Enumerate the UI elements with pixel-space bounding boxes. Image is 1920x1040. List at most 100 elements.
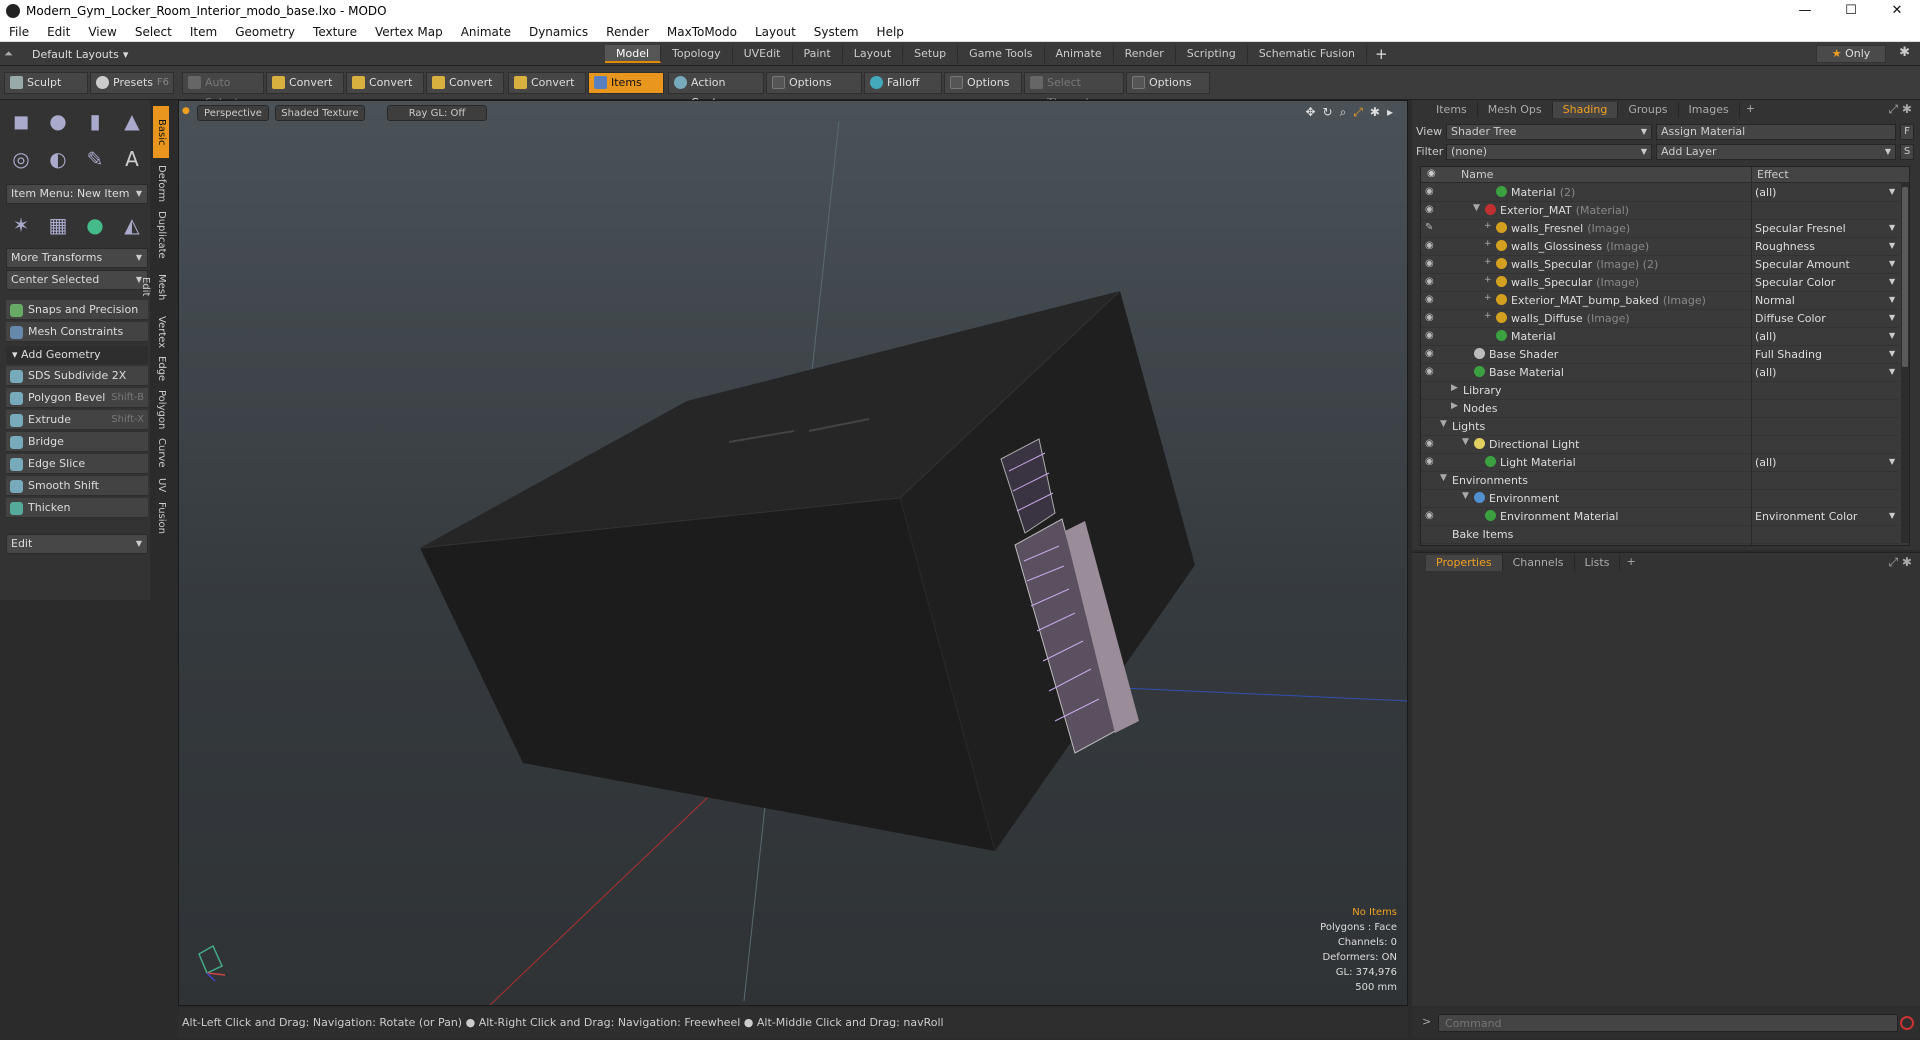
chevron-down-icon[interactable]: ▼ bbox=[1889, 367, 1895, 376]
cube-icon[interactable]: ◼ bbox=[6, 106, 36, 136]
effect-value[interactable]: (all) bbox=[1755, 366, 1776, 379]
menu-dynamics[interactable]: Dynamics bbox=[520, 22, 597, 42]
eye-icon[interactable]: ◉ bbox=[1425, 258, 1434, 269]
expand-plus-icon[interactable]: + bbox=[1484, 311, 1492, 321]
tree-row[interactable]: ◉ Material (2) (all) ▼ bbox=[1421, 184, 1899, 202]
add-layer-select[interactable]: Add Layer ▼ bbox=[1656, 144, 1896, 160]
add-tab-button[interactable]: + bbox=[1620, 555, 1641, 573]
chevron-right-icon[interactable]: ▶ bbox=[1451, 401, 1458, 411]
convert-materials-button[interactable]: Convert bbox=[508, 72, 586, 94]
cone-icon[interactable]: ▲ bbox=[117, 106, 147, 136]
effect-value[interactable]: Specular Color bbox=[1755, 276, 1835, 289]
menu-file[interactable]: File bbox=[0, 22, 38, 42]
effect-value[interactable]: (all) bbox=[1755, 456, 1776, 469]
effect-value[interactable]: Diffuse Color bbox=[1755, 312, 1826, 325]
chevron-down-icon[interactable]: ▼ bbox=[1462, 491, 1469, 501]
vtab-fusion[interactable]: Fusion bbox=[153, 500, 169, 536]
menu-edit[interactable]: Edit bbox=[38, 22, 79, 42]
menu-render[interactable]: Render bbox=[597, 22, 658, 42]
tree-row[interactable]: ◉ Base Material (all) ▼ bbox=[1421, 364, 1899, 382]
tab-model[interactable]: Model bbox=[605, 45, 662, 63]
effect-value[interactable]: Specular Amount bbox=[1755, 258, 1850, 271]
command-input[interactable] bbox=[1438, 1014, 1898, 1032]
thicken-button[interactable]: Thicken bbox=[6, 498, 148, 518]
tree-row[interactable]: ◉ + walls_Specular (Image) (2) Specular Amou… bbox=[1421, 256, 1899, 274]
rotate-icon[interactable]: ↻ bbox=[1323, 105, 1333, 120]
assign-material-button[interactable]: Assign Material bbox=[1656, 124, 1896, 140]
brush-icon[interactable]: ✎ bbox=[1425, 222, 1433, 233]
tree-row[interactable]: ◉ + walls_Glossiness (Image) Roughness ▼ bbox=[1421, 238, 1899, 256]
eye-icon[interactable]: ◉ bbox=[1425, 510, 1434, 521]
sculpt-button[interactable]: Sculpt bbox=[4, 72, 88, 94]
eye-icon[interactable]: ◉ bbox=[1425, 276, 1434, 287]
tree-row[interactable]: ▶ Library bbox=[1421, 382, 1899, 400]
effect-value[interactable]: (all) bbox=[1755, 186, 1776, 199]
edit-dropdown[interactable]: Edit ▼ bbox=[6, 534, 148, 554]
tree-row[interactable]: ◉ + Exterior_MAT_bump_baked (Image) Normal ▼ bbox=[1421, 292, 1899, 310]
perspective-button[interactable]: Perspective bbox=[197, 105, 269, 121]
expand-plus-icon[interactable]: + bbox=[1484, 221, 1492, 231]
tree-row[interactable]: ◉ Base Shader Full Shading ▼ bbox=[1421, 346, 1899, 364]
add-tab-button[interactable]: + bbox=[1740, 102, 1761, 120]
menu-animate[interactable]: Animate bbox=[452, 22, 520, 42]
chevron-down-icon[interactable]: ▼ bbox=[1889, 277, 1895, 286]
pen-icon[interactable]: ✎ bbox=[80, 144, 110, 174]
3d-viewport[interactable]: ● Perspective Shaded Texture Ray GL: Off… bbox=[178, 100, 1408, 1006]
play-icon[interactable]: ▸ bbox=[1387, 105, 1393, 120]
expand-plus-icon[interactable]: + bbox=[1484, 239, 1492, 249]
fit-icon[interactable]: ⤢ bbox=[1353, 105, 1363, 120]
chevron-right-icon[interactable]: ▶ bbox=[1451, 383, 1458, 393]
bridge-button[interactable]: Bridge bbox=[6, 432, 148, 452]
items-mode-button[interactable]: Items bbox=[588, 72, 664, 94]
maximize-button[interactable]: ☐ bbox=[1828, 0, 1874, 22]
vtab-edge[interactable]: Edge bbox=[153, 354, 169, 384]
text-icon[interactable]: A bbox=[117, 144, 147, 174]
effect-column-header[interactable]: Effect bbox=[1757, 168, 1789, 181]
presets-button[interactable]: Presets F6 bbox=[90, 72, 174, 94]
cylinder-icon[interactable]: ▮ bbox=[80, 106, 110, 136]
expand-plus-icon[interactable]: + bbox=[1484, 293, 1492, 303]
item-menu-dropdown[interactable]: Item Menu: New Item ▼ bbox=[6, 184, 148, 204]
menu-system[interactable]: System bbox=[805, 22, 868, 42]
convert-vertices-button[interactable]: Convert bbox=[266, 72, 344, 94]
tab-layout[interactable]: Layout bbox=[843, 45, 904, 63]
tree-row[interactable]: ◉ Environment Material Environment Color ▼ bbox=[1421, 508, 1899, 526]
falloff-button[interactable]: Falloff bbox=[864, 72, 942, 94]
tab-properties[interactable]: Properties bbox=[1426, 555, 1503, 571]
tree-row[interactable]: ◉ + walls_Diffuse (Image) Diffuse Color ▼ bbox=[1421, 310, 1899, 328]
grid-icon[interactable]: ▦ bbox=[43, 210, 73, 240]
tab-mesh-ops[interactable]: Mesh Ops bbox=[1478, 102, 1553, 118]
more-transforms-dropdown[interactable]: More Transforms ▼ bbox=[6, 248, 148, 268]
s-key-button[interactable]: S bbox=[1900, 144, 1914, 160]
menu-vertex-map[interactable]: Vertex Map bbox=[366, 22, 452, 42]
eye-icon[interactable]: ◉ bbox=[1425, 204, 1434, 215]
minimize-button[interactable]: — bbox=[1782, 0, 1828, 22]
tab-paint[interactable]: Paint bbox=[793, 45, 843, 63]
tab-channels[interactable]: Channels bbox=[1503, 555, 1575, 571]
shaded-texture-button[interactable]: Shaded Texture bbox=[275, 105, 365, 121]
gear-icon[interactable]: ✱ bbox=[1899, 45, 1910, 60]
chevron-down-icon[interactable]: ▼ bbox=[1889, 187, 1895, 196]
tree-row[interactable]: ◉ + walls_Specular (Image) Specular Color ▼ bbox=[1421, 274, 1899, 292]
tab-setup[interactable]: Setup bbox=[903, 45, 959, 63]
edge-slice-button[interactable]: Edge Slice bbox=[6, 454, 148, 474]
effect-value[interactable]: (all) bbox=[1755, 330, 1776, 343]
add-geometry-section[interactable]: ▾ Add Geometry bbox=[6, 346, 148, 364]
smooth-shift-button[interactable]: Smooth Shift bbox=[6, 476, 148, 496]
eye-icon[interactable]: ◉ bbox=[1425, 294, 1434, 305]
action-center-button[interactable]: Action Center bbox=[668, 72, 764, 109]
light-cone-icon[interactable]: ◭ bbox=[117, 210, 147, 240]
vtab-duplicate[interactable]: Duplicate bbox=[153, 210, 169, 260]
tab-shading[interactable]: Shading bbox=[1552, 102, 1619, 118]
menu-layout[interactable]: Layout bbox=[746, 22, 805, 42]
tree-scrollbar[interactable] bbox=[1901, 183, 1909, 543]
record-icon[interactable] bbox=[1900, 1016, 1914, 1030]
tab-game-tools[interactable]: Game Tools bbox=[958, 45, 1045, 63]
select-through-button[interactable]: Select Through bbox=[1024, 72, 1124, 109]
tree-row[interactable]: ✎ + walls_Fresnel (Image) Specular Fresnel ▼ bbox=[1421, 220, 1899, 238]
tree-row[interactable]: Bake Items bbox=[1421, 526, 1899, 544]
falloff-options-button[interactable]: Options bbox=[944, 72, 1022, 94]
add-tab-button[interactable]: + bbox=[1367, 45, 1396, 63]
f-key-button[interactable]: F bbox=[1900, 124, 1914, 140]
expand-plus-icon[interactable]: + bbox=[1484, 257, 1492, 267]
